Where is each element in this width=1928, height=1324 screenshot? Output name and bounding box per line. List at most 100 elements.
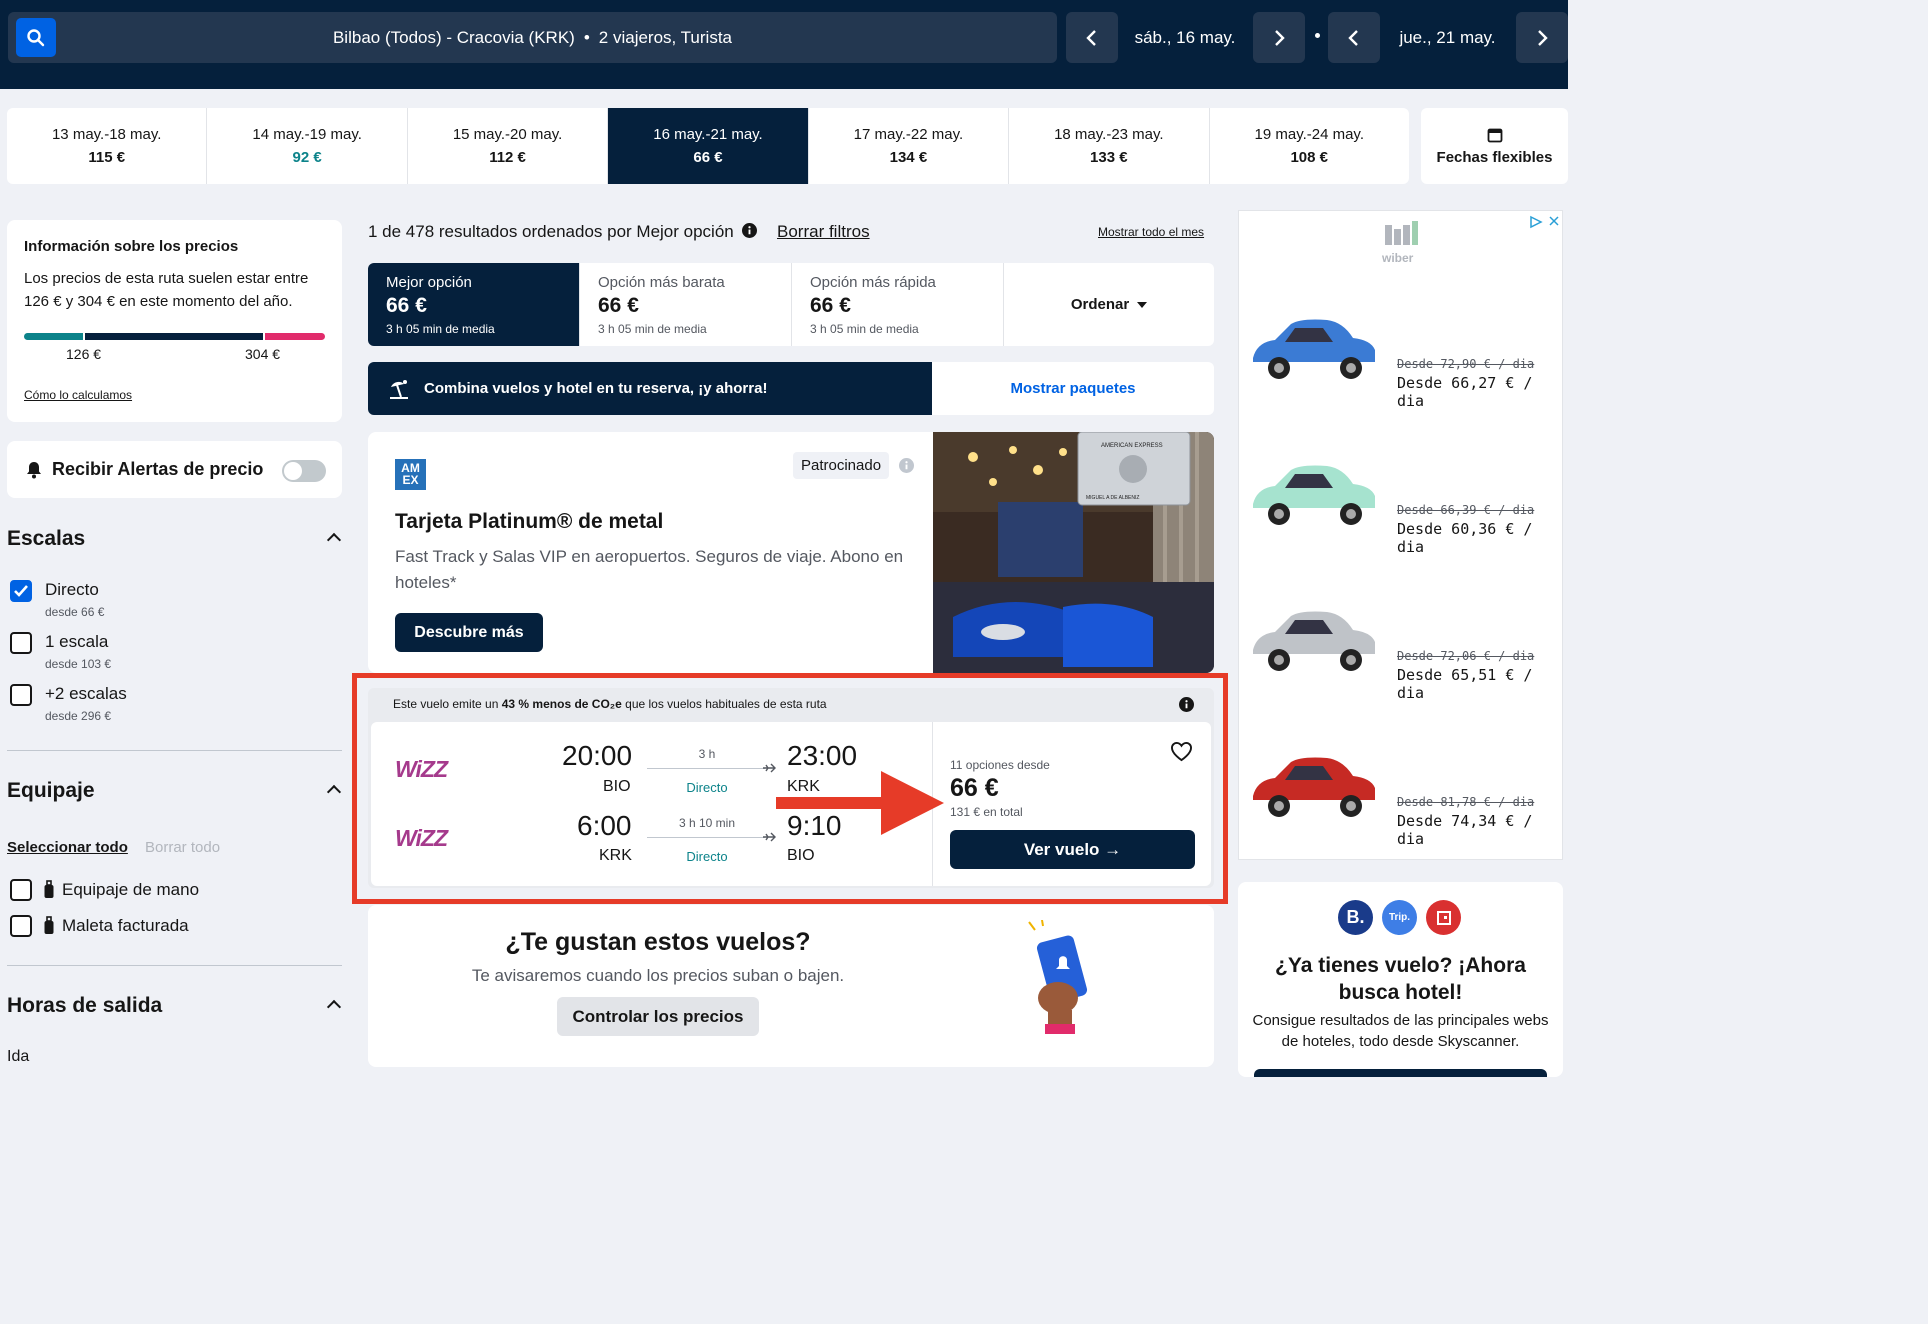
price-low-label: 126 € xyxy=(66,346,102,362)
stop-option-price: desde 103 € xyxy=(45,657,112,671)
sponsored-badge: Patrocinado xyxy=(793,452,890,479)
stop-option-price: desde 66 € xyxy=(45,605,105,619)
sort-tab[interactable]: Opción más rápida 66 € 3 h 05 min de media xyxy=(792,263,1004,346)
track-prices-button[interactable]: Controlar los precios xyxy=(557,997,759,1036)
discover-more-button[interactable]: Descubre más xyxy=(395,613,543,652)
date-option[interactable]: 16 may.-21 may. 66 € xyxy=(608,108,809,184)
checkbox-checked-bag[interactable] xyxy=(10,915,32,937)
info-icon[interactable] xyxy=(899,458,914,473)
chevron-up-icon[interactable] xyxy=(326,784,342,800)
checkbox-unchecked[interactable] xyxy=(10,684,32,706)
checkbox-carry-on[interactable] xyxy=(10,879,32,901)
price-high-label: 304 € xyxy=(245,346,281,362)
date-price: 108 € xyxy=(1290,149,1329,166)
date-separator-dot xyxy=(1315,33,1320,38)
route-text: Bilbao (Todos) - Cracovia (KRK) xyxy=(332,27,575,47)
price-alert-toggle[interactable] xyxy=(282,460,326,482)
sponsored-description: Fast Track y Salas VIP en aeropuertos. S… xyxy=(395,547,904,592)
stop-option-label[interactable]: +2 escalas xyxy=(45,684,127,704)
booking-logo-icon: B. xyxy=(1338,900,1373,935)
package-banner: Combina vuelos y hotel en tu reserva, ¡y… xyxy=(368,362,1214,415)
departure-times-title[interactable]: Horas de salida xyxy=(7,994,162,1018)
price-info-title: Información sobre los precios xyxy=(24,238,239,255)
chevron-up-icon[interactable] xyxy=(326,999,342,1015)
price-info-body: Los precios de esta ruta suelen estar en… xyxy=(24,270,309,310)
sort-tab[interactable]: Opción más barata 66 € 3 h 05 min de media xyxy=(580,263,792,346)
sort-tab[interactable]: Mejor opción 66 € 3 h 05 min de media xyxy=(368,263,580,346)
car-old-price: Desde 81,78 € / dia xyxy=(1397,795,1535,809)
card-holder-print: MIGUEL A DE ALBENIZ xyxy=(1086,495,1139,501)
price-alert-label: Recibir Alertas de precio xyxy=(52,459,264,479)
date-option[interactable]: 18 may.-23 may. 133 € xyxy=(1009,108,1210,184)
date-option[interactable]: 13 may.-18 may. 115 € xyxy=(7,108,208,184)
date-price: 92 € xyxy=(292,149,322,166)
stop-option-price: desde 296 € xyxy=(45,709,112,723)
sort-tab-price: 66 € xyxy=(810,294,851,317)
card-print: AMERICAN EXPRESS xyxy=(1101,443,1163,449)
close-icon[interactable] xyxy=(1548,215,1560,227)
return-prev-button[interactable] xyxy=(1328,12,1380,63)
date-price: 115 € xyxy=(88,149,126,166)
hotels-logo-icon xyxy=(1426,900,1461,935)
depart-prev-button[interactable] xyxy=(1066,12,1118,63)
stop-option-label[interactable]: 1 escala xyxy=(45,632,108,652)
travellers-text: 2 viajeros, Turista xyxy=(598,27,733,47)
clear-filters-link[interactable]: Borrar filtros xyxy=(777,222,870,242)
price-bar-low xyxy=(24,333,83,340)
depart-next-button[interactable] xyxy=(1253,12,1305,63)
date-option[interactable]: 14 may.-19 may. 92 € xyxy=(207,108,408,184)
outbound-label: Ida xyxy=(7,1048,30,1065)
hotel-promo-title: ¿Ya tienes vuelo? ¡Ahora busca hotel! xyxy=(1275,954,1526,1004)
date-range: 15 may.-20 may. xyxy=(452,126,563,143)
sort-button[interactable]: Ordenar xyxy=(1004,263,1214,346)
checkbox-unchecked[interactable] xyxy=(10,632,32,654)
select-all-link[interactable]: Seleccionar todo xyxy=(7,839,128,856)
date-option[interactable]: 15 may.-20 may. 112 € xyxy=(408,108,609,184)
how-calculated-link[interactable]: Cómo lo calculamos xyxy=(24,388,132,402)
show-month-link[interactable]: Mostrar todo el mes xyxy=(1098,225,1204,239)
price-info-card: Información sobre los precios Los precio… xyxy=(7,220,342,422)
checked-bag-icon xyxy=(44,916,54,934)
date-option[interactable]: 17 may.-22 may. 134 € xyxy=(809,108,1010,184)
stop-option-label[interactable]: Directo xyxy=(45,580,99,600)
clear-all-link[interactable]: Borrar todo xyxy=(145,839,220,856)
divider xyxy=(7,750,342,751)
carry-on-label[interactable]: Equipaje de mano xyxy=(62,880,199,900)
car-rental-ad[interactable]: wiber Desde 72,90 € / dia Desde 66,27 € /… xyxy=(1238,210,1563,860)
sort-tabs: Mejor opción 66 € 3 h 05 min de media Opció… xyxy=(368,263,1214,346)
date-price: 112 € xyxy=(489,149,526,166)
hotel-promo-card: B. Trip. ¿Ya tienes vuelo? ¡Ahora busca … xyxy=(1238,882,1563,1077)
caret-down-icon xyxy=(1137,301,1148,308)
trip-logo-icon: Trip. xyxy=(1382,900,1417,935)
date-price: 133 € xyxy=(1090,149,1128,166)
hotel-search-button[interactable] xyxy=(1254,1069,1547,1077)
sponsored-card[interactable]: AM EX Patrocinado Tarjeta Platinum® de me… xyxy=(368,432,1214,673)
search-icon[interactable] xyxy=(16,18,56,57)
return-next-button[interactable] xyxy=(1516,12,1568,63)
baggage-filter-title[interactable]: Equipaje xyxy=(7,779,95,803)
return-date[interactable]: jue., 21 may. xyxy=(1380,12,1515,63)
search-summary[interactable]: Bilbao (Todos) - Cracovia (KRK) • 2 viaj… xyxy=(8,12,1057,63)
chevron-up-icon[interactable] xyxy=(326,532,342,548)
depart-date[interactable]: sáb., 16 may. xyxy=(1118,12,1252,63)
chevron-right-icon xyxy=(1538,29,1548,46)
ad-choices-icon[interactable] xyxy=(1529,215,1543,229)
top-search-bar: Bilbao (Todos) - Cracovia (KRK) • 2 viaj… xyxy=(0,0,1568,89)
date-option[interactable]: 19 may.-24 may. 108 € xyxy=(1210,108,1409,184)
sort-tab-duration: 3 h 05 min de media xyxy=(810,322,919,336)
checked-bag-label[interactable]: Maleta facturada xyxy=(62,916,189,936)
info-icon[interactable] xyxy=(742,223,758,238)
show-packages-button[interactable]: Mostrar paquetes xyxy=(932,362,1214,415)
flexible-dates-button[interactable]: Fechas flexibles xyxy=(1421,108,1568,184)
stops-filter-title[interactable]: Escalas xyxy=(7,527,85,551)
wiber-brand: wiber xyxy=(1382,251,1414,265)
checkbox-checked[interactable] xyxy=(10,580,32,602)
amex-logo: AM EX xyxy=(395,459,426,490)
car-old-price: Desde 66,39 € / dia xyxy=(1397,503,1535,517)
chevron-right-icon xyxy=(1275,29,1285,46)
sort-tab-title: Mejor opción xyxy=(386,274,472,291)
price-alert-card[interactable]: Recibir Alertas de precio xyxy=(7,441,342,498)
chevron-left-icon xyxy=(1348,29,1358,46)
sort-tab-price: 66 € xyxy=(598,294,639,317)
sort-tab-price: 66 € xyxy=(386,294,427,317)
